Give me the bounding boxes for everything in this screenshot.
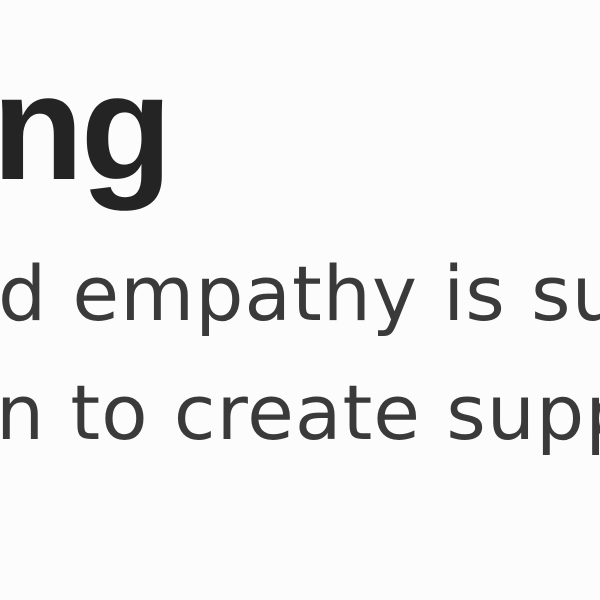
section-heading: ng [0, 43, 172, 211]
body-text-line: d empathy is sup [0, 249, 600, 338]
page-viewport: ng d empathy is sup n to create supp [0, 0, 600, 600]
body-text-line: n to create supp [0, 368, 600, 457]
